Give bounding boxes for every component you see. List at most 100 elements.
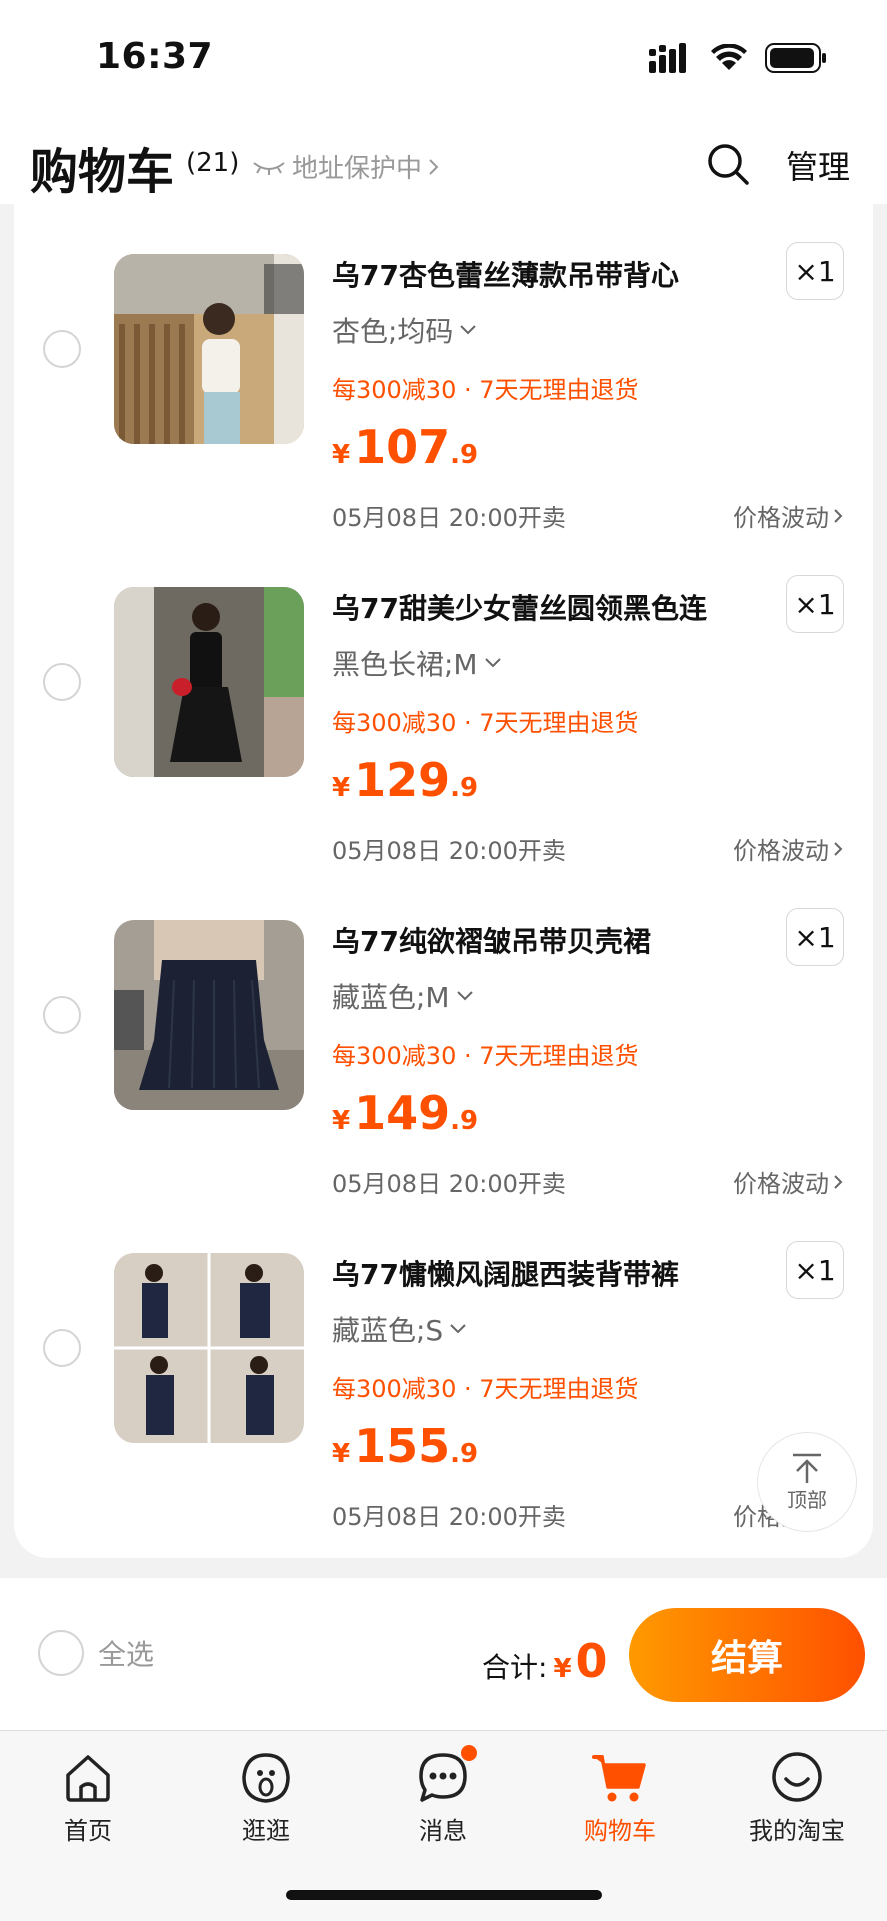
page-title: 购物车	[30, 144, 175, 200]
price-integer: 129	[354, 753, 451, 807]
home-icon	[66, 1755, 110, 1802]
status-icons	[649, 40, 827, 76]
product-image[interactable]	[114, 587, 304, 777]
item-promo: 每300减30 · 7天无理由退货	[332, 1042, 639, 1070]
item-promo: 每300减30 · 7天无理由退货	[332, 709, 639, 737]
price-currency: ¥	[332, 1106, 351, 1136]
eye-closed-icon	[253, 161, 285, 175]
notification-dot	[459, 1743, 479, 1763]
chevron-down-icon	[460, 325, 477, 335]
tab-explore[interactable]: 逛逛	[206, 1747, 326, 1846]
chevron-right-icon	[834, 1174, 843, 1189]
tab-cart[interactable]: 购物车	[560, 1747, 680, 1846]
price-trend-link[interactable]: 价格波动	[733, 831, 843, 866]
checkout-bar: 全选 合计: ¥ 0 结算	[0, 1578, 887, 1730]
select-all-label: 全选	[98, 1638, 155, 1671]
signal-icon	[649, 43, 686, 73]
chevron-right-icon	[834, 508, 843, 523]
item-select-checkbox[interactable]	[43, 330, 81, 368]
item-sku-label: 黑色长裙;M	[332, 648, 478, 681]
price-decimal: .9	[450, 1439, 479, 1469]
total-summary: 合计: ¥ 0	[482, 1634, 608, 1688]
cart-list: 乌77杏色蕾丝薄款吊带背心 杏色;均码 每300减30 · 7天无理由退货 ¥ …	[14, 204, 873, 1558]
quantity-stepper[interactable]: ×1	[786, 242, 844, 300]
price-currency: ¥	[332, 440, 351, 470]
quantity-stepper[interactable]: ×1	[786, 575, 844, 633]
product-image[interactable]	[114, 1253, 304, 1443]
price-integer: 107	[354, 420, 451, 474]
price-decimal: .9	[450, 1106, 479, 1136]
product-image[interactable]	[114, 254, 304, 444]
item-sale-time: 05月08日 20:00开卖	[332, 1503, 566, 1531]
search-icon[interactable]	[706, 142, 750, 186]
address-protection[interactable]: 地址保护中	[252, 148, 440, 185]
tab-label: 我的淘宝	[749, 1817, 845, 1845]
chevron-right-icon	[834, 841, 843, 856]
item-promo: 每300减30 · 7天无理由退货	[332, 376, 639, 404]
chevron-right-icon	[429, 158, 439, 175]
cart-icon	[592, 1755, 646, 1802]
price-trend-link[interactable]: 价格波动	[733, 498, 843, 533]
item-title[interactable]: 乌77慵懒风阔腿西装背带裤	[332, 1253, 772, 1293]
price-trend-label: 价格波动	[733, 1170, 829, 1198]
price-currency: ¥	[332, 773, 351, 803]
item-price: ¥ 149 .9	[332, 1086, 478, 1140]
message-icon-wrap	[413, 1743, 479, 1807]
item-title[interactable]: 乌77甜美少女蕾丝圆领黑色连	[332, 587, 772, 627]
item-sku-selector[interactable]: 藏蓝色;M	[332, 976, 474, 1016]
back-to-top-button[interactable]: 顶部	[757, 1432, 857, 1532]
item-select-checkbox[interactable]	[43, 996, 81, 1034]
tab-label: 购物车	[584, 1817, 656, 1845]
chevron-down-icon	[484, 658, 501, 668]
tab-label: 消息	[419, 1817, 467, 1845]
tab-label: 逛逛	[242, 1817, 290, 1845]
item-title[interactable]: 乌77杏色蕾丝薄款吊带背心	[332, 254, 772, 294]
cart-item[interactable]: 乌77纯欲褶皱吊带贝壳裙 藏蓝色;M 每300减30 · 7天无理由退货 ¥ 1…	[14, 870, 873, 1203]
price-trend-label: 价格波动	[733, 837, 829, 865]
total-currency: ¥	[553, 1654, 572, 1684]
price-decimal: .9	[450, 773, 479, 803]
quantity-stepper[interactable]: ×1	[786, 1241, 844, 1299]
item-sku-selector[interactable]: 黑色长裙;M	[332, 643, 502, 683]
item-sku-label: 藏蓝色;M	[332, 981, 450, 1014]
tab-label: 首页	[64, 1817, 112, 1845]
cart-item[interactable]: 乌77杏色蕾丝薄款吊带背心 杏色;均码 每300减30 · 7天无理由退货 ¥ …	[14, 204, 873, 537]
tab-profile[interactable]: 我的淘宝	[737, 1747, 857, 1846]
chevron-down-icon	[456, 991, 473, 1001]
item-sale-time: 05月08日 20:00开卖	[332, 504, 566, 532]
cart-count: (21)	[186, 148, 240, 178]
cart-item[interactable]: 乌77甜美少女蕾丝圆领黑色连 黑色长裙;M 每300减30 · 7天无理由退货 …	[14, 537, 873, 870]
tab-messages[interactable]: 消息	[383, 1743, 503, 1846]
quantity-stepper[interactable]: ×1	[786, 908, 844, 966]
item-sku-label: 杏色;均码	[332, 315, 454, 348]
header: 购物车 (21) 地址保护中 管理	[0, 118, 887, 204]
item-price: ¥ 129 .9	[332, 753, 478, 807]
status-bar: 16:37	[0, 0, 887, 118]
item-sale-time: 05月08日 20:00开卖	[332, 1170, 566, 1198]
price-currency: ¥	[332, 1439, 351, 1469]
item-sale-time: 05月08日 20:00开卖	[332, 837, 566, 865]
tab-home[interactable]: 首页	[28, 1747, 148, 1846]
cart-item[interactable]: 乌77慵懒风阔腿西装背带裤 藏蓝色;S 每300减30 · 7天无理由退货 ¥ …	[14, 1203, 873, 1536]
product-image[interactable]	[114, 920, 304, 1110]
price-trend-link[interactable]: 价格波动	[733, 1164, 843, 1199]
battery-icon	[765, 43, 826, 73]
item-title[interactable]: 乌77纯欲褶皱吊带贝壳裙	[332, 920, 772, 960]
manage-button[interactable]: 管理	[786, 142, 850, 188]
select-all-checkbox[interactable]: 全选	[38, 1630, 154, 1676]
address-label: 地址保护中	[292, 154, 423, 184]
item-select-checkbox[interactable]	[43, 663, 81, 701]
item-price: ¥ 155 .9	[332, 1419, 478, 1473]
item-select-checkbox[interactable]	[43, 1329, 81, 1367]
wifi-icon	[711, 44, 747, 70]
select-all-radio[interactable]	[38, 1630, 84, 1676]
explore-icon	[242, 1753, 290, 1803]
item-sku-selector[interactable]: 杏色;均码	[332, 310, 477, 350]
checkout-button[interactable]: 结算	[629, 1608, 865, 1702]
price-integer: 155	[354, 1419, 451, 1473]
back-to-top-label: 顶部	[787, 1487, 827, 1512]
chevron-down-icon	[450, 1324, 466, 1334]
total-amount: 0	[575, 1634, 608, 1688]
item-sku-selector[interactable]: 藏蓝色;S	[332, 1309, 467, 1349]
item-price: ¥ 107 .9	[332, 420, 478, 474]
